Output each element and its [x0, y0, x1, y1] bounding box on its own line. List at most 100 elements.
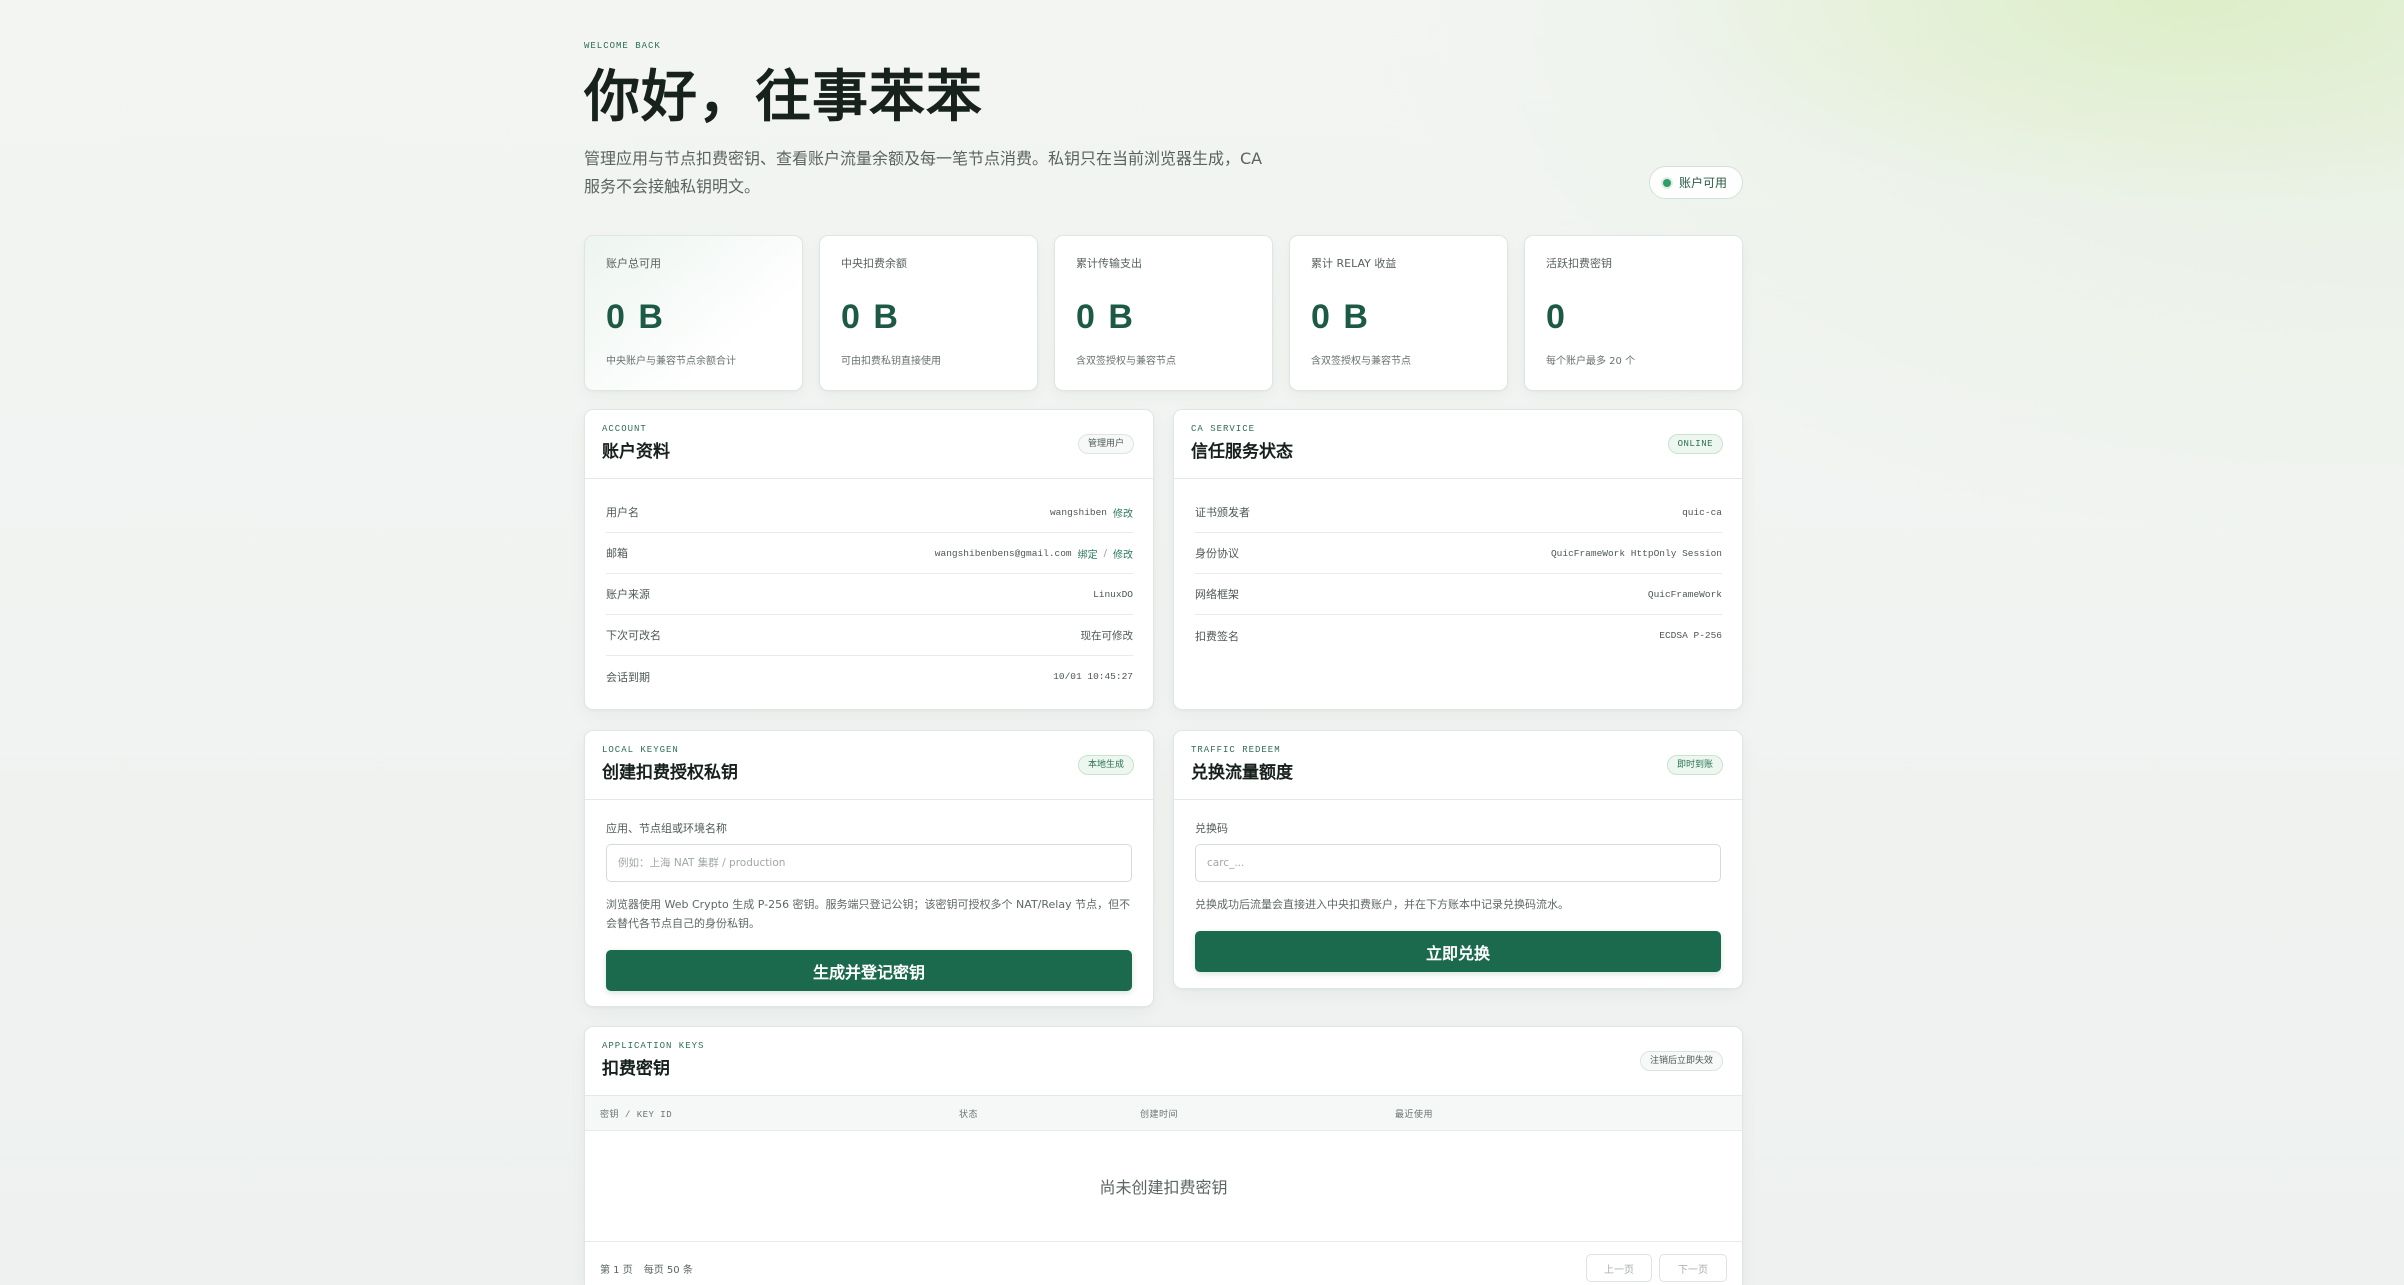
- info-value: 现在可修改: [1080, 629, 1134, 642]
- info-label: 账户来源: [606, 588, 650, 601]
- prev-page-button[interactable]: 上一页: [1586, 1254, 1652, 1282]
- stats-grid: 账户总可用 0 B 中央账户与兼容节点余额合计 中央扣费余额 0 B 可由扣费私…: [584, 235, 1743, 391]
- keygen-form: 应用、节点组或环境名称 浏览器使用 Web Crypto 生成 P-256 密钥…: [585, 800, 1153, 991]
- application-keys-panel: APPLICATION KEYS 扣费密钥 注销后立即失效 密钥 / KEY I…: [584, 1026, 1743, 1285]
- info-row-session-expiry: 会话到期 10/01 10:45:27: [606, 656, 1133, 697]
- edit-email-link[interactable]: 修改: [1113, 546, 1133, 561]
- email-value: wangshibenbens@gmail.com: [934, 547, 1072, 559]
- redeem-button[interactable]: 立即兑换: [1195, 931, 1721, 972]
- empty-state: 尚未创建扣费密钥: [585, 1131, 1742, 1242]
- account-info-list: 用户名 wangshiben 修改 邮箱 wangshibenbens@gmai…: [585, 479, 1153, 697]
- panel-eyebrow: APPLICATION KEYS: [602, 1041, 705, 1051]
- dashboard: WELCOME BACK 你好，往事苯苯 管理应用与节点扣费密钥、查看账户流量余…: [584, 0, 1743, 1285]
- current-page-label: 第 1 页: [600, 1264, 633, 1276]
- info-value: wangshibenbens@gmail.com 绑定 / 修改: [935, 546, 1133, 561]
- panel-title: 兑换流量额度: [1191, 763, 1293, 783]
- column-header-status: 状态: [959, 1109, 979, 1120]
- stat-label: 累计 RELAY 收益: [1311, 257, 1397, 270]
- local-generation-badge: 本地生成: [1077, 755, 1134, 775]
- stat-value: 0 B: [841, 298, 900, 336]
- stat-value: 0 B: [1311, 298, 1370, 336]
- info-label: 邮箱: [606, 547, 628, 560]
- info-row-network-framework: 网络框架 QuicFrameWork: [1195, 574, 1722, 615]
- table-header: 密钥 / KEY ID 状态 创建时间 最近使用: [585, 1096, 1742, 1131]
- column-header-created: 创建时间: [1140, 1109, 1179, 1120]
- redeem-code-label: 兑换码: [1195, 822, 1228, 835]
- instant-credit-badge: 即时到账: [1666, 755, 1723, 775]
- info-panels-row: ACCOUNT 账户资料 管理用户 用户名 wangshiben 修改 邮箱 w…: [584, 409, 1743, 710]
- keys-panel-badge: 注销后立即失效: [1639, 1051, 1723, 1071]
- welcome-eyebrow: WELCOME BACK: [584, 41, 661, 51]
- info-value: QuicFrameWork: [1647, 588, 1722, 600]
- panel-title: 扣费密钥: [602, 1059, 670, 1079]
- account-status-badge: 账户可用: [1648, 166, 1743, 199]
- account-status-label: 账户可用: [1678, 176, 1727, 190]
- info-row-billing-signature: 扣费签名 ECDSA P-256: [1195, 615, 1722, 656]
- keygen-panel: LOCAL KEYGEN 创建扣费授权私钥 本地生成 应用、节点组或环境名称 浏…: [584, 730, 1154, 1007]
- info-row-next-rename: 下次可改名 现在可修改: [606, 615, 1133, 656]
- info-row-issuer: 证书颁发者 quic-ca: [1195, 492, 1722, 533]
- ca-info-list: 证书颁发者 quic-ca 身份协议 QuicFrameWork HttpOnl…: [1174, 479, 1742, 656]
- stat-note: 可由扣费私钥直接使用: [841, 356, 941, 367]
- info-row-identity-protocol: 身份协议 QuicFrameWork HttpOnly Session: [1195, 533, 1722, 574]
- stat-note: 中央账户与兼容节点余额合计: [606, 356, 736, 367]
- column-header-key-id: 密钥 / KEY ID: [600, 1109, 673, 1120]
- page-title: 你好，往事苯苯: [584, 65, 983, 130]
- stat-card-central-balance: 中央扣费余额 0 B 可由扣费私钥直接使用: [819, 235, 1038, 391]
- redeem-form: 兑换码 兑换成功后流量会直接进入中央扣费账户，并在下方账本中记录兑换码流水。 立…: [1174, 800, 1742, 972]
- column-header-last-used: 最近使用: [1395, 1109, 1434, 1120]
- keygen-help-text: 浏览器使用 Web Crypto 生成 P-256 密钥。服务端只登记公钥；该密…: [606, 898, 1131, 930]
- panel-eyebrow: CA SERVICE: [1191, 424, 1256, 434]
- info-label: 会话到期: [606, 670, 650, 684]
- info-value: LinuxDO: [1093, 588, 1133, 600]
- stat-label: 中央扣费余额: [841, 257, 907, 270]
- info-row-username: 用户名 wangshiben 修改: [606, 492, 1133, 533]
- stat-card-total-available: 账户总可用 0 B 中央账户与兼容节点余额合计: [584, 235, 803, 391]
- edit-username-link[interactable]: 修改: [1113, 505, 1133, 520]
- empty-state-text: 尚未创建扣费密钥: [1099, 1178, 1228, 1197]
- stat-note: 含双签授权与兼容节点: [1076, 356, 1176, 367]
- stat-label: 账户总可用: [606, 257, 661, 270]
- pagination: 第 1 页 每页 50 条 上一页 下一页: [585, 1242, 1742, 1285]
- info-value: 10/01 10:45:27: [1053, 671, 1133, 682]
- action-panels-row: LOCAL KEYGEN 创建扣费授权私钥 本地生成 应用、节点组或环境名称 浏…: [584, 730, 1743, 1007]
- info-label: 扣费签名: [1195, 629, 1239, 643]
- redeem-panel: TRAFFIC REDEEM 兑换流量额度 即时到账 兑换码 兑换成功后流量会直…: [1173, 730, 1743, 989]
- stat-value: 0: [1546, 298, 1567, 336]
- stat-label: 活跃扣费密钥: [1546, 257, 1612, 270]
- generate-key-button[interactable]: 生成并登记密钥: [606, 950, 1132, 991]
- action-separator: /: [1103, 547, 1107, 559]
- key-name-label: 应用、节点组或环境名称: [606, 822, 727, 835]
- stat-value: 0 B: [1076, 298, 1135, 336]
- info-label: 证书颁发者: [1195, 506, 1250, 519]
- pagination-buttons: 上一页 下一页: [1586, 1251, 1727, 1285]
- panel-title: 账户资料: [602, 442, 670, 462]
- user-role-badge: 管理用户: [1077, 434, 1134, 454]
- pagination-info: 第 1 页 每页 50 条: [600, 1251, 693, 1285]
- panel-eyebrow: TRAFFIC REDEEM: [1191, 745, 1281, 755]
- info-value: quic-ca: [1682, 506, 1722, 518]
- page-size-label: 每页 50 条: [643, 1264, 693, 1276]
- bind-email-link[interactable]: 绑定: [1078, 546, 1098, 561]
- next-page-button[interactable]: 下一页: [1659, 1254, 1727, 1282]
- redeem-code-input[interactable]: [1195, 844, 1721, 882]
- info-label: 用户名: [606, 506, 639, 519]
- stat-value: 0 B: [606, 298, 665, 336]
- panel-title: 创建扣费授权私钥: [602, 763, 738, 783]
- panel-header: ACCOUNT 账户资料: [585, 410, 1153, 479]
- panel-title: 信任服务状态: [1191, 442, 1293, 462]
- panel-header: APPLICATION KEYS 扣费密钥: [585, 1027, 1742, 1096]
- stat-note: 含双签授权与兼容节点: [1311, 356, 1411, 367]
- page-description: 管理应用与节点扣费密钥、查看账户流量余额及每一笔节点消费。私钥只在当前浏览器生成…: [584, 149, 1263, 196]
- key-name-input[interactable]: [606, 844, 1132, 882]
- info-row-account-source: 账户来源 LinuxDO: [606, 574, 1133, 615]
- panel-header: LOCAL KEYGEN 创建扣费授权私钥: [585, 731, 1153, 800]
- redeem-help-text: 兑换成功后流量会直接进入中央扣费账户，并在下方账本中记录兑换码流水。: [1195, 898, 1569, 911]
- status-dot-icon: [1662, 178, 1671, 187]
- stat-note: 每个账户最多 20 个: [1546, 356, 1636, 367]
- info-row-email: 邮箱 wangshibenbens@gmail.com 绑定 / 修改: [606, 533, 1133, 574]
- info-label: 下次可改名: [606, 629, 661, 642]
- ca-service-panel: CA SERVICE 信任服务状态 ONLINE 证书颁发者 quic-ca 身…: [1173, 409, 1743, 710]
- info-label: 身份协议: [1195, 547, 1239, 560]
- account-panel: ACCOUNT 账户资料 管理用户 用户名 wangshiben 修改 邮箱 w…: [584, 409, 1154, 710]
